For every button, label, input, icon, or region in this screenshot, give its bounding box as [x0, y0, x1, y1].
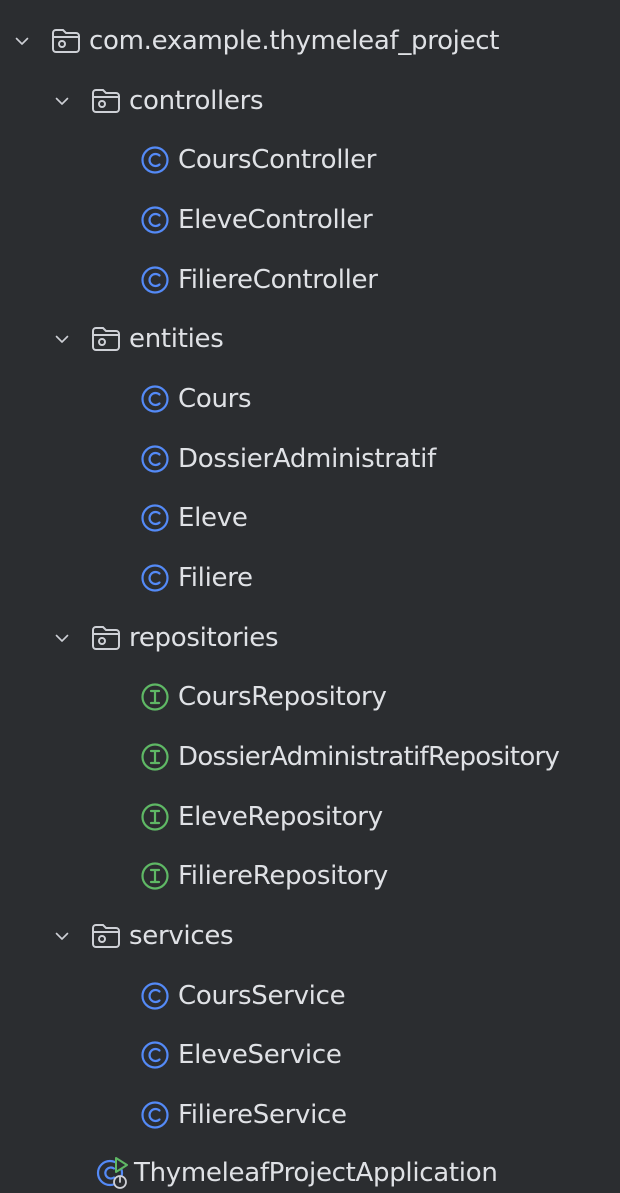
- tree-node-label: com.example.thymeleaf_project: [89, 25, 500, 56]
- spring-boot-run-icon: [96, 1156, 128, 1189]
- tree-node-label: CoursService: [178, 980, 346, 1011]
- class-icon: [141, 504, 169, 532]
- tree-node-label: EleveController: [178, 204, 373, 235]
- tree-node-class-courscontroller[interactable]: CoursController: [0, 130, 620, 190]
- tree-node-root-package[interactable]: com.example.thymeleaf_project: [0, 11, 620, 71]
- tree-node-class-eleve[interactable]: Eleve: [0, 488, 620, 548]
- package-icon: [52, 28, 80, 53]
- class-icon: [141, 1041, 169, 1069]
- tree-node-class-thymeleafprojectapplication[interactable]: ThymeleafProjectApplication: [0, 1143, 620, 1193]
- tree-node-package-repositories[interactable]: repositories: [0, 608, 620, 668]
- tree-node-label: EleveService: [178, 1039, 342, 1070]
- class-icon: [141, 385, 169, 413]
- tree-node-label: Eleve: [178, 502, 248, 533]
- chevron-down-icon[interactable]: [54, 928, 70, 944]
- tree-node-class-eleveservice[interactable]: EleveService: [0, 1025, 620, 1085]
- class-icon: [141, 564, 169, 592]
- tree-node-interface-filiererepository[interactable]: FiliereRepository: [0, 846, 620, 906]
- chevron-down-icon[interactable]: [54, 331, 70, 347]
- tree-node-label: CoursController: [178, 144, 377, 175]
- class-icon: [141, 146, 169, 174]
- chevron-down-icon[interactable]: [14, 33, 30, 49]
- package-icon: [92, 88, 120, 113]
- package-icon: [92, 326, 120, 351]
- package-icon: [92, 625, 120, 650]
- tree-node-label: controllers: [129, 85, 264, 116]
- tree-node-package-services[interactable]: services: [0, 906, 620, 966]
- tree-node-package-entities[interactable]: entities: [0, 309, 620, 369]
- tree-node-class-elevecontroller[interactable]: EleveController: [0, 190, 620, 250]
- tree-node-class-filierecontroller[interactable]: FiliereController: [0, 250, 620, 310]
- interface-icon: [141, 803, 169, 831]
- interface-icon: [141, 683, 169, 711]
- tree-node-label: ThymeleafProjectApplication: [134, 1157, 498, 1188]
- class-icon: [141, 1101, 169, 1129]
- tree-node-label: EleveRepository: [178, 801, 383, 832]
- tree-node-interface-dossieradministratifrepository[interactable]: DossierAdministratifRepository: [0, 727, 620, 787]
- tree-node-class-filiere[interactable]: Filiere: [0, 548, 620, 608]
- class-icon: [141, 206, 169, 234]
- tree-node-class-coursservice[interactable]: CoursService: [0, 966, 620, 1026]
- tree-node-label: DossierAdministratifRepository: [178, 741, 560, 772]
- tree-node-label: CoursRepository: [178, 681, 387, 712]
- chevron-down-icon[interactable]: [54, 93, 70, 109]
- class-icon: [141, 445, 169, 473]
- tree-node-label: FiliereRepository: [178, 860, 388, 891]
- tree-node-interface-eleverepository[interactable]: EleveRepository: [0, 787, 620, 847]
- tree-node-label: FiliereService: [178, 1099, 347, 1130]
- tree-node-label: FiliereController: [178, 264, 378, 295]
- tree-node-label: services: [129, 920, 234, 951]
- project-tree: com.example.thymeleaf_project controller…: [0, 0, 620, 1193]
- tree-node-class-cours[interactable]: Cours: [0, 369, 620, 429]
- tree-node-label: DossierAdministratif: [178, 443, 436, 474]
- chevron-down-icon[interactable]: [54, 630, 70, 646]
- tree-node-class-filiereservice[interactable]: FiliereService: [0, 1085, 620, 1145]
- tree-node-interface-coursrepository[interactable]: CoursRepository: [0, 667, 620, 727]
- package-icon: [92, 923, 120, 948]
- interface-icon: [141, 862, 169, 890]
- tree-node-label: Filiere: [178, 562, 253, 593]
- class-icon: [141, 982, 169, 1010]
- class-icon: [141, 266, 169, 294]
- tree-node-package-controllers[interactable]: controllers: [0, 71, 620, 131]
- tree-node-label: entities: [129, 323, 224, 354]
- tree-node-label: repositories: [129, 622, 279, 653]
- interface-icon: [141, 743, 169, 771]
- tree-node-label: Cours: [178, 383, 252, 414]
- tree-node-class-dossieradministratif[interactable]: DossierAdministratif: [0, 429, 620, 489]
